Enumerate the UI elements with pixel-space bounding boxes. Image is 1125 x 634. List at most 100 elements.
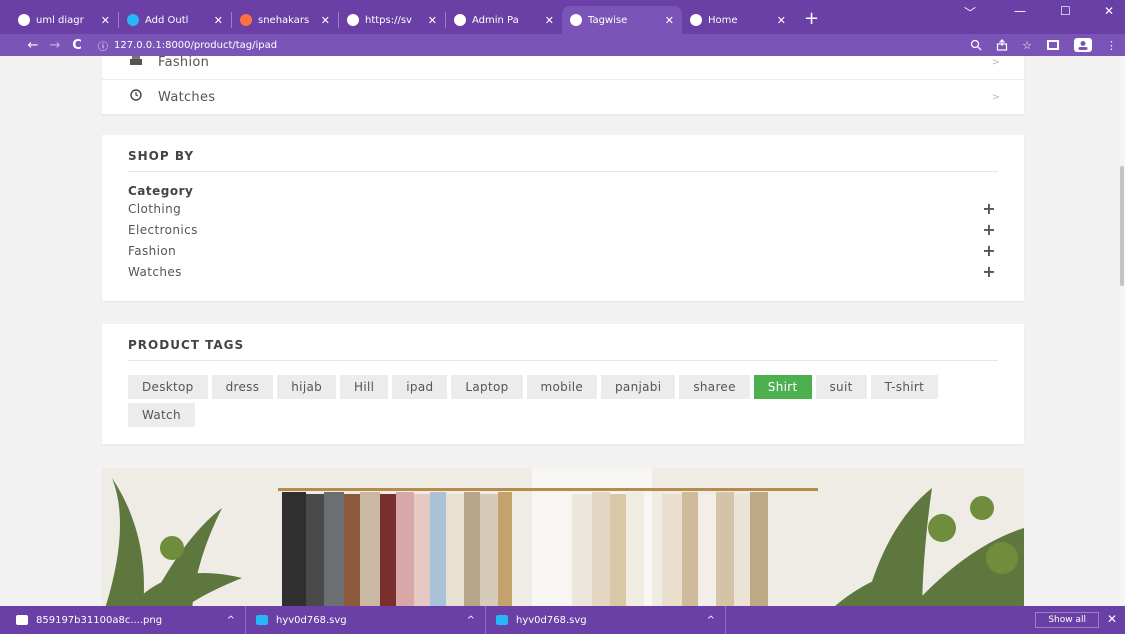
tab-title: snehakars	[258, 14, 310, 26]
download-filename: 859197b31100a8c....png	[36, 614, 163, 626]
banner-illustration	[102, 468, 1024, 606]
tab-title: Home	[708, 14, 738, 26]
address-bar-actions: ☆ ⋮	[970, 38, 1117, 52]
close-tab-icon[interactable]: ✕	[101, 14, 110, 27]
image-file-icon	[16, 615, 28, 625]
close-tab-icon[interactable]: ✕	[428, 14, 437, 27]
category-menu-item-watches[interactable]: Watches >	[102, 80, 1024, 114]
close-tab-icon[interactable]: ✕	[777, 14, 786, 27]
product-tag[interactable]: T-shirt	[870, 375, 939, 399]
close-tab-icon[interactable]: ✕	[214, 14, 223, 27]
product-tag[interactable]: Desktop	[128, 375, 208, 399]
product-tag[interactable]: Watch	[128, 403, 195, 427]
tab-title: uml diagr	[36, 14, 84, 26]
url-field[interactable]: ⓘ 127.0.0.1:8000/product/tag/ipad	[98, 38, 277, 53]
profile-avatar-icon[interactable]	[1074, 38, 1092, 52]
browser-tab[interactable]: Admin Pa ✕	[446, 6, 562, 34]
chevron-right-icon: >	[991, 57, 1000, 68]
minimize-button[interactable]: —	[1014, 4, 1026, 18]
tab-title: Admin Pa	[472, 14, 519, 26]
browser-tab[interactable]: Add Outl ✕	[119, 6, 231, 34]
expand-plus-icon[interactable]: +	[982, 220, 996, 239]
product-tag[interactable]: Shirt	[753, 375, 812, 399]
product-tag[interactable]: suit	[815, 375, 867, 399]
close-tab-icon[interactable]: ✕	[545, 14, 554, 27]
category-filter-label[interactable]: Fashion	[128, 244, 176, 258]
chevron-up-icon[interactable]: ^	[707, 615, 715, 626]
download-filename: hyv0d768.svg	[276, 614, 347, 626]
category-filter-label[interactable]: Electronics	[128, 223, 198, 237]
tab-search-icon[interactable]: ﹀	[964, 4, 976, 21]
category-filter-item[interactable]: Watches +	[128, 261, 998, 282]
download-item[interactable]: hyv0d768.svg ^	[246, 606, 486, 634]
browser-tab[interactable]: https://sv ✕	[339, 6, 445, 34]
shop-by-title: SHOP BY	[128, 149, 998, 172]
show-all-downloads-button[interactable]: Show all	[1035, 612, 1099, 628]
reload-button[interactable]: C	[66, 38, 88, 53]
maximize-button[interactable]: ☐	[1060, 4, 1071, 18]
chevron-up-icon[interactable]: ^	[467, 615, 475, 626]
product-tag[interactable]: ipad	[392, 375, 448, 399]
category-menu-label: Watches	[158, 89, 216, 105]
edge-icon	[496, 615, 508, 625]
side-panel-icon[interactable]	[1046, 39, 1060, 51]
globe-icon	[347, 14, 359, 26]
expand-plus-icon[interactable]: +	[982, 241, 996, 260]
product-tag[interactable]: panjabi	[601, 375, 676, 399]
product-tag[interactable]: Hill	[340, 375, 389, 399]
bookmark-star-icon[interactable]: ☆	[1022, 39, 1032, 52]
zoom-icon[interactable]	[970, 39, 982, 51]
category-filter-list: Clothing + Electronics + Fashion + Watches +	[128, 198, 998, 282]
category-filter-label[interactable]: Clothing	[128, 202, 181, 216]
download-filename: hyv0d768.svg	[516, 614, 587, 626]
product-tag[interactable]: dress	[211, 375, 274, 399]
info-icon[interactable]: ⓘ	[98, 38, 108, 53]
category-filter-item[interactable]: Fashion +	[128, 240, 998, 261]
globe-icon	[690, 14, 702, 26]
category-filter-item[interactable]: Clothing +	[128, 198, 998, 219]
back-button[interactable]: ←	[22, 38, 44, 53]
url-text[interactable]: 127.0.0.1:8000/product/tag/ipad	[114, 40, 277, 51]
product-tags-title: PRODUCT TAGS	[128, 338, 998, 361]
page-scrollbar[interactable]	[1119, 56, 1125, 606]
close-downloads-bar-button[interactable]: ✕	[1107, 612, 1117, 626]
scrollbar-thumb[interactable]	[1120, 166, 1124, 286]
forward-button[interactable]: →	[44, 38, 66, 53]
tab-title: https://sv	[365, 14, 412, 26]
expand-plus-icon[interactable]: +	[982, 262, 996, 281]
expand-plus-icon[interactable]: +	[982, 199, 996, 218]
outline-icon	[127, 14, 139, 26]
globe-icon	[570, 14, 582, 26]
download-item[interactable]: hyv0d768.svg ^	[486, 606, 726, 634]
category-filter-item[interactable]: Electronics +	[128, 219, 998, 240]
category-filter-label[interactable]: Watches	[128, 265, 182, 279]
browser-menu-icon[interactable]: ⋮	[1106, 39, 1117, 52]
product-tag[interactable]: mobile	[526, 375, 598, 399]
product-tag[interactable]: Laptop	[451, 375, 523, 399]
new-tab-button[interactable]: +	[804, 8, 819, 29]
product-tag[interactable]: sharee	[679, 375, 750, 399]
share-icon[interactable]	[996, 39, 1008, 51]
chevron-right-icon: >	[991, 91, 1000, 103]
close-tab-icon[interactable]: ✕	[321, 14, 330, 27]
close-window-button[interactable]: ✕	[1104, 4, 1114, 18]
browser-tab[interactable]: uml diagr ✕	[10, 6, 118, 34]
edge-icon	[256, 615, 268, 625]
chevron-up-icon[interactable]: ^	[227, 615, 235, 626]
browser-tab[interactable]: snehakars ✕	[232, 6, 338, 34]
tab-title: Tagwise	[588, 14, 628, 26]
close-tab-icon[interactable]: ✕	[665, 14, 674, 27]
category-menu-card: Fashion > Watches >	[102, 56, 1024, 114]
browser-tab[interactable]: Home ✕	[682, 6, 794, 34]
product-tag[interactable]: hijab	[277, 375, 337, 399]
category-menu-label: Fashion	[158, 56, 210, 70]
category-menu-item-fashion[interactable]: Fashion >	[102, 56, 1024, 80]
fashion-icon	[128, 56, 144, 70]
globe-icon	[454, 14, 466, 26]
product-tags-card: PRODUCT TAGS Desktop dress hijab Hill ipad La…	[102, 324, 1024, 444]
clock-icon	[128, 89, 144, 105]
shop-by-card: SHOP BY Category Clothing + Electronics + Fa…	[102, 135, 1024, 301]
clothing-rack-banner-image	[102, 468, 1024, 606]
download-item[interactable]: 859197b31100a8c....png ^	[6, 606, 246, 634]
browser-tab[interactable]: Tagwise ✕	[562, 6, 682, 34]
